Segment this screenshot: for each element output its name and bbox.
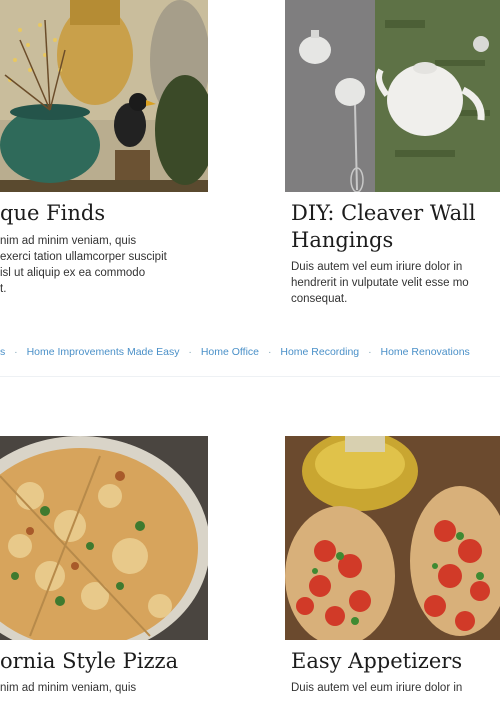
title-line: DIY: Cleaver Wall: [291, 201, 476, 225]
tag-separator: ·: [188, 346, 192, 358]
excerpt-line: consequat.: [291, 293, 348, 305]
tag-links-bar: s · Home Improvements Made Easy · Home O…: [0, 340, 500, 364]
antique-finds-image[interactable]: [0, 0, 208, 192]
card-excerpt-pizza: nim ad minim veniam, quis: [0, 680, 208, 696]
card-excerpt-diy-wall-hangings: Duis autem vel eum iriure dolor in hendr…: [291, 259, 500, 307]
excerpt-line: nim ad minim veniam, quis: [0, 682, 137, 694]
card-title-diy-wall-hangings[interactable]: DIY: Cleaver Wall Hangings: [291, 200, 476, 254]
tag-link-home-recording[interactable]: Home Recording: [280, 346, 359, 358]
pizza-image[interactable]: [0, 436, 208, 640]
wall-hangings-image[interactable]: [285, 0, 500, 192]
title-line: Hangings: [291, 228, 394, 252]
card-title-pizza[interactable]: ornia Style Pizza: [0, 648, 178, 675]
excerpt-line: t.: [0, 283, 7, 295]
tag-link-partial[interactable]: s: [0, 346, 5, 358]
excerpt-line: nim ad minim veniam, quis: [0, 235, 137, 247]
excerpt-line: exerci tation ullamcorper suscipit: [0, 251, 167, 263]
excerpt-line: isl ut aliquip ex ea commodo: [0, 267, 146, 279]
section-divider: [0, 376, 500, 377]
tag-separator: ·: [368, 346, 372, 358]
excerpt-line: hendrerit in vulputate velit esse mo: [291, 277, 469, 289]
card-excerpt-easy-appetizers: Duis autem vel eum iriure dolor in: [291, 680, 500, 696]
card-title-easy-appetizers[interactable]: Easy Appetizers: [291, 648, 462, 675]
tag-separator: ·: [14, 346, 18, 358]
appetizers-image[interactable]: [285, 436, 500, 640]
tag-link-home-renovations[interactable]: Home Renovations: [381, 346, 470, 358]
card-excerpt-antique-finds: nim ad minim veniam, quis exerci tation …: [0, 233, 208, 297]
tag-separator: ·: [267, 346, 272, 358]
tag-link-home-office[interactable]: Home Office: [201, 346, 259, 358]
excerpt-line: Duis autem vel eum iriure dolor in: [291, 261, 463, 273]
tag-link-home-improvements[interactable]: Home Improvements Made Easy: [27, 346, 180, 358]
card-title-antique-finds[interactable]: que Finds: [0, 200, 105, 227]
excerpt-line: Duis autem vel eum iriure dolor in: [291, 682, 463, 694]
